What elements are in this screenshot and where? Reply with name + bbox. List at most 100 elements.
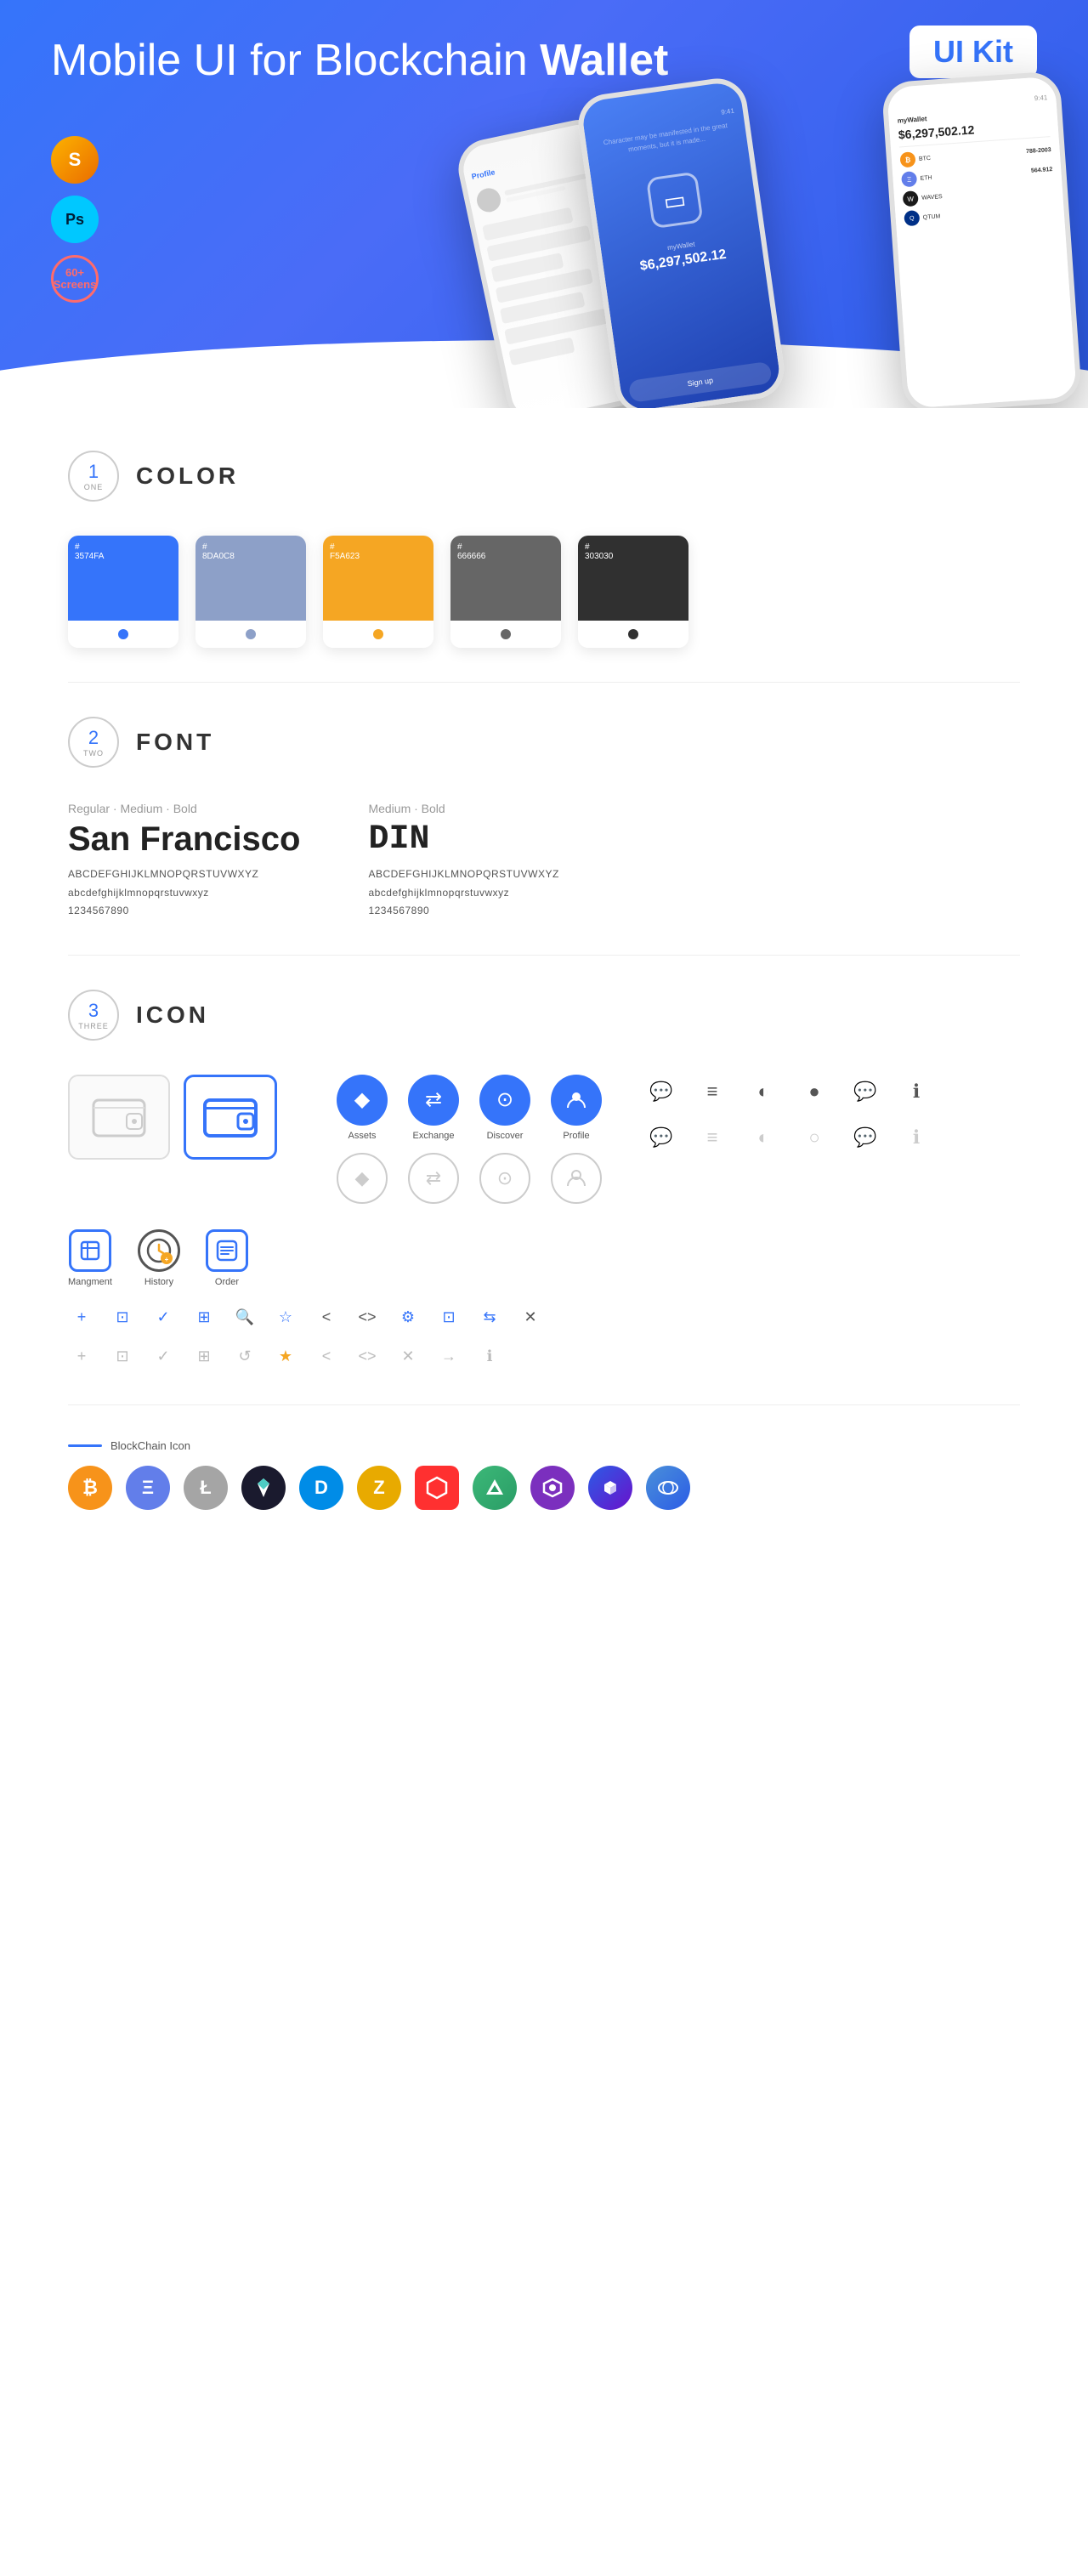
discover-icon: ⊙	[479, 1075, 530, 1126]
color-dot-gray	[246, 629, 256, 639]
sketch-badge: S	[51, 136, 99, 184]
misc-icon-group: 💬 ≡ ◐ ● 💬 ℹ 💬 ≡ ◐ ○ 💬 ℹ	[644, 1075, 933, 1155]
phone-right-screen: 9:41 myWallet $6,297,502.12 ₿ BTC 788-20…	[887, 77, 1077, 408]
font-sf-lowercase: abcdefghijklmnopqrstuvwxyz	[68, 884, 300, 903]
icon-profile: Profile	[551, 1075, 602, 1141]
color-footer-darkgray	[450, 621, 561, 648]
order-icon-item: Order	[206, 1229, 248, 1287]
info-outline-icon: ℹ	[899, 1121, 933, 1155]
font-row: Regular · Medium · Bold San Francisco AB…	[68, 802, 1020, 921]
history-icon-item: + History	[138, 1229, 180, 1287]
icon-main-row: ◆ Assets ⇄ Exchange ⊙ Discover	[68, 1075, 1020, 1204]
history-label: History	[144, 1277, 173, 1287]
management-icon	[69, 1229, 111, 1272]
color-card-blue: #3574FA	[68, 536, 178, 648]
bitcoin-icon: ₿	[68, 1466, 112, 1510]
color-section-number: 1 ONE	[68, 451, 119, 502]
color-dot-blue	[118, 629, 128, 639]
nav-icon-row-outline: ◆ ⇄ ⊙	[337, 1153, 602, 1204]
phone-mockups: 9:41 Profile 9	[425, 51, 1088, 408]
font-section-number: 2 TWO	[68, 717, 119, 768]
color-footer-black	[578, 621, 688, 648]
x-gray-icon: ✕	[394, 1343, 422, 1370]
icon-sketch-area	[68, 1075, 277, 1160]
font-din-lowercase: abcdefghijklmnopqrstuvwxyz	[368, 884, 558, 903]
plus-icon: +	[68, 1304, 95, 1331]
check-gray-icon: ✓	[150, 1343, 177, 1370]
blockchain-label-text: BlockChain Icon	[110, 1439, 190, 1452]
color-footer-orange	[323, 621, 434, 648]
message-outline-icon: 💬	[848, 1121, 882, 1155]
hero-badges: S Ps 60+Screens	[51, 136, 99, 303]
share-icon: <>	[354, 1304, 381, 1331]
color-swatch-orange: #F5A623	[323, 536, 434, 621]
chat-outline-icon: 💬	[644, 1121, 678, 1155]
color-hex-gray: #8DA0C8	[202, 542, 235, 561]
nav-icon-row-filled: ◆ Assets ⇄ Exchange ⊙ Discover	[337, 1075, 602, 1141]
icon-number-word: THREE	[78, 1022, 109, 1030]
font-section-header: 2 TWO FONT	[68, 717, 1020, 768]
small-icon-row-gray: + ⊡ ✓ ⊞ ↺ ★ < <> ✕ → ℹ	[68, 1343, 1020, 1370]
circle-outline-icon: ○	[797, 1121, 831, 1155]
icon-discover: ⊙ Discover	[479, 1075, 530, 1141]
profile-label: Profile	[563, 1131, 589, 1141]
color-footer-gray	[196, 621, 306, 648]
font-sf-uppercase: ABCDEFGHIJKLMNOPQRSTUVWXYZ	[68, 865, 300, 884]
message-icon: 💬	[848, 1075, 882, 1109]
circle-icon: ●	[797, 1075, 831, 1109]
icon-discover-outline: ⊙	[479, 1153, 530, 1204]
font-number-digit: 2	[88, 727, 99, 749]
check-icon: ✓	[150, 1304, 177, 1331]
icon-exchange: ⇄ Exchange	[408, 1075, 459, 1141]
forward-gray-icon: →	[435, 1343, 462, 1370]
font-din-uppercase: ABCDEFGHIJKLMNOPQRSTUVWXYZ	[368, 865, 558, 884]
nav-icon-group: ◆ Assets ⇄ Exchange ⊙ Discover	[337, 1075, 602, 1204]
search-icon: 🔍	[231, 1304, 258, 1331]
grid-gray-icon: ⊡	[109, 1343, 136, 1370]
divider-2	[68, 955, 1020, 956]
assets-icon: ◆	[337, 1075, 388, 1126]
wallet-blue-icon	[184, 1075, 277, 1160]
ps-badge: Ps	[51, 196, 99, 243]
color-hex-black: #303030	[585, 542, 613, 561]
icon-assets: ◆ Assets	[337, 1075, 388, 1141]
settings-icon: ⚙	[394, 1304, 422, 1331]
icon-exchange-outline: ⇄	[408, 1153, 459, 1204]
augur-icon	[473, 1466, 517, 1510]
font-sf-chars: ABCDEFGHIJKLMNOPQRSTUVWXYZ abcdefghijklm…	[68, 865, 300, 921]
profile-icon	[551, 1075, 602, 1126]
icon-section-number: 3 THREE	[68, 990, 119, 1041]
dash-icon: D	[299, 1466, 343, 1510]
qr-gray-icon: ⊞	[190, 1343, 218, 1370]
color-card-black: #303030	[578, 536, 688, 648]
back-gray-icon: <	[313, 1343, 340, 1370]
color-grid: #3574FA #8DA0C8 #F5A623 #666666	[68, 536, 1020, 648]
small-icons-section: + ⊡ ✓ ⊞ 🔍 ☆ < <> ⚙ ⊡ ⇆ ✕ + ⊡ ✓ ⊞ ↺ ★ < <…	[68, 1304, 1020, 1370]
phone-center-screen: 9:41 Character may be manifested in the …	[581, 81, 782, 408]
wallet-sketch-icon	[68, 1075, 170, 1160]
font-sf-digits: 1234567890	[68, 902, 300, 921]
font-sf-name: San Francisco	[68, 820, 300, 859]
management-label: Mangment	[68, 1277, 112, 1287]
civic-icon	[530, 1466, 575, 1510]
layers-icon: ≡	[695, 1075, 729, 1109]
font-sf: Regular · Medium · Bold San Francisco AB…	[68, 802, 300, 921]
last-coin-icon	[646, 1466, 690, 1510]
font-number-word: TWO	[83, 749, 104, 757]
discover-outline-icon: ⊙	[479, 1153, 530, 1204]
feather-coin-icon	[241, 1466, 286, 1510]
moon-icon: ◐	[746, 1075, 780, 1109]
info-gray-icon: ℹ	[476, 1343, 503, 1370]
color-footer-blue	[68, 621, 178, 648]
hero-section: Mobile UI for Blockchain Wallet UI Kit S…	[0, 0, 1088, 408]
svg-text:+: +	[165, 1256, 169, 1263]
font-din-chars: ABCDEFGHIJKLMNOPQRSTUVWXYZ abcdefghijklm…	[368, 865, 558, 921]
divider-1	[68, 682, 1020, 683]
color-number-digit: 1	[88, 461, 99, 483]
color-section-title: COLOR	[136, 462, 239, 490]
icon-assets-outline: ◆	[337, 1153, 388, 1204]
star-outline-icon: ☆	[272, 1304, 299, 1331]
color-hex-darkgray: #666666	[457, 542, 485, 561]
icon-number-digit: 3	[88, 1000, 99, 1022]
moon-outline-icon: ◐	[746, 1121, 780, 1155]
